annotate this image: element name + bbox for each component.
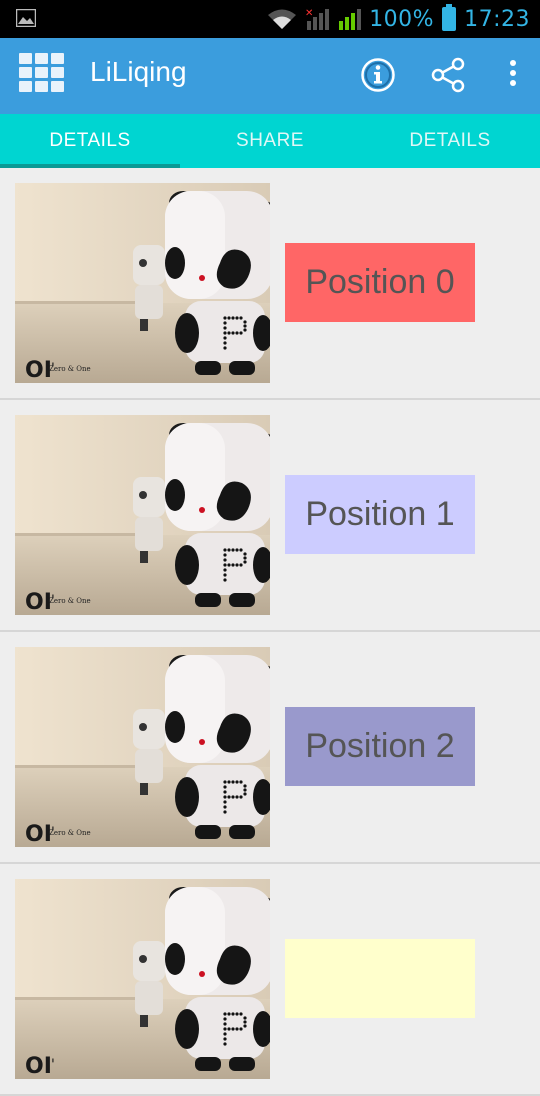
image-caption: Zero & One	[49, 365, 91, 373]
thumbnail-image: OI ' Zero & One	[15, 415, 270, 615]
share-icon[interactable]	[429, 56, 467, 94]
svg-text:OI: OI	[25, 822, 52, 847]
list-item[interactable]: OI '	[0, 864, 540, 1096]
svg-text:OI: OI	[25, 358, 52, 383]
tab-label: SHARE	[236, 130, 304, 151]
status-bar: ✕ 100% 17:23	[0, 0, 540, 38]
position-label-box: Position 0	[285, 243, 475, 322]
position-label-box: Position 1	[285, 475, 475, 554]
thumbnail-image: OI ' Zero & One	[15, 183, 270, 383]
position-label-box	[285, 939, 475, 1018]
battery-icon	[442, 4, 457, 31]
position-label: Position 2	[305, 727, 455, 765]
wifi-icon	[268, 9, 297, 29]
signal-no-service-icon: ✕	[305, 8, 330, 30]
tab-label: DETAILS	[49, 130, 131, 151]
image-icon	[16, 9, 36, 27]
tab-details-2[interactable]: DETAILS	[360, 114, 540, 168]
tab-label: DETAILS	[409, 130, 491, 151]
thumbnail-image: OI ' Zero & One	[15, 647, 270, 847]
tab-details-1[interactable]: DETAILS	[0, 114, 180, 168]
clock: 17:23	[464, 6, 530, 32]
signal-icon	[339, 9, 362, 30]
tab-bar: DETAILS SHARE DETAILS	[0, 114, 540, 168]
position-label-box: Position 2	[285, 707, 475, 786]
image-caption: Zero & One	[49, 597, 91, 605]
svg-text:✕: ✕	[305, 8, 313, 19]
position-label: Position 0	[305, 263, 455, 301]
battery-percent: 100%	[369, 6, 435, 32]
info-icon[interactable]	[360, 57, 396, 93]
svg-text:OI: OI	[25, 590, 52, 615]
thumbnail-image: OI '	[15, 879, 270, 1079]
svg-text:OI: OI	[25, 1054, 52, 1079]
app-grid-icon[interactable]	[19, 53, 65, 95]
item-list: OI ' Zero & One Position 0 OI ' Zero & O…	[0, 168, 540, 1096]
app-title: LiLiqing	[90, 56, 187, 87]
action-bar: LiLiqing	[0, 38, 540, 114]
image-caption: Zero & One	[49, 829, 91, 837]
list-item[interactable]: OI ' Zero & One Position 1	[0, 400, 540, 632]
svg-text:': '	[51, 1057, 55, 1073]
list-item[interactable]: OI ' Zero & One Position 0	[0, 168, 540, 400]
list-item[interactable]: OI ' Zero & One Position 2	[0, 632, 540, 864]
tab-share[interactable]: SHARE	[180, 114, 360, 168]
position-label: Position 1	[305, 495, 455, 533]
overflow-menu-icon[interactable]	[506, 57, 520, 93]
